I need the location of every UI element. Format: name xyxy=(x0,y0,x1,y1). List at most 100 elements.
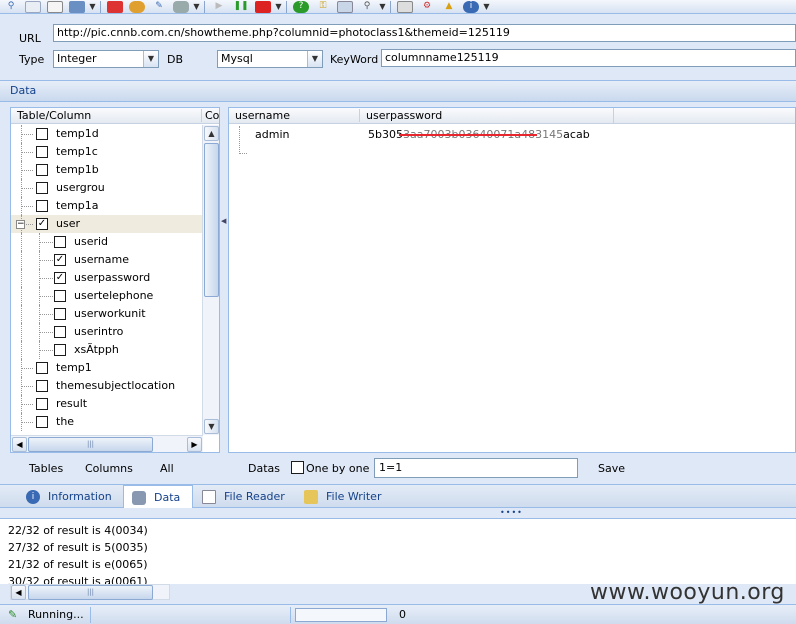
keyword-label: KeyWord xyxy=(330,53,379,66)
tree-table-item[interactable]: themesubjectlocation xyxy=(11,377,203,395)
chevron-down-icon[interactable]: ▼ xyxy=(378,1,387,13)
keyword-input[interactable]: columnname125119 xyxy=(381,49,796,67)
tree-item-checkbox[interactable] xyxy=(36,164,48,176)
count-column-header[interactable]: Cou xyxy=(201,109,221,122)
page-icon[interactable] xyxy=(47,0,63,13)
document-icon[interactable] xyxy=(25,0,41,13)
scroll-left-icon[interactable]: ◀ xyxy=(12,437,27,452)
tree-table-item[interactable]: usergrou xyxy=(11,179,203,197)
chevron-down-icon[interactable]: ▼ xyxy=(192,1,201,13)
stop-icon[interactable] xyxy=(255,0,271,13)
columns-button[interactable]: Columns xyxy=(85,462,133,475)
tree-item-checkbox[interactable] xyxy=(54,326,66,338)
tree-horizontal-scrollbar[interactable]: ◀ ||| ▶ xyxy=(11,435,203,452)
upload-icon[interactable]: ▲ xyxy=(441,1,457,13)
key-icon[interactable]: ⚿ xyxy=(315,1,331,13)
tree-item-checkbox[interactable]: ✓ xyxy=(54,254,66,266)
splitter-grip-icon[interactable]: •••• xyxy=(500,508,523,517)
tree-item-checkbox[interactable] xyxy=(36,182,48,194)
tree-table-item[interactable]: temp1d xyxy=(11,125,203,143)
log-splitter[interactable]: •••• xyxy=(0,508,796,518)
gear-icon[interactable]: ⚙ xyxy=(419,1,435,13)
tree-item-checkbox[interactable] xyxy=(54,236,66,248)
tree-column-item[interactable]: userworkunit xyxy=(11,305,203,323)
panel-splitter[interactable]: ◀ xyxy=(220,107,228,453)
tab-file-writer[interactable]: File Writer xyxy=(304,485,381,508)
tool-icon[interactable]: ✎ xyxy=(151,1,167,13)
tree-item-checkbox[interactable] xyxy=(36,146,48,158)
one-by-one-checkbox[interactable] xyxy=(291,461,304,474)
database-icon xyxy=(132,490,146,505)
info-icon[interactable]: i xyxy=(463,0,479,13)
tree-vertical-scrollbar[interactable]: ▲ ▼ xyxy=(202,125,219,435)
tree-item-checkbox[interactable] xyxy=(36,128,48,140)
tree-item-checkbox[interactable] xyxy=(54,290,66,302)
scroll-thumb[interactable]: ||| xyxy=(28,437,153,452)
tree-column-item[interactable]: ✓ username xyxy=(11,251,203,269)
scroll-thumb[interactable]: ||| xyxy=(28,585,153,600)
splitter-grip-icon[interactable]: ◀ xyxy=(221,217,227,229)
userpassword-column-header[interactable]: userpassword xyxy=(359,109,613,122)
datas-button[interactable]: Datas xyxy=(248,462,280,475)
tree-column-item[interactable]: xsÃtpph xyxy=(11,341,203,359)
chevron-down-icon[interactable]: ▼ xyxy=(274,1,283,13)
search-icon[interactable]: ⚲ xyxy=(3,1,19,13)
save-button[interactable]: Save xyxy=(598,462,625,475)
tree-item-checkbox[interactable] xyxy=(36,380,48,392)
pause-icon[interactable]: ❚❚ xyxy=(233,1,249,13)
tree-column-item[interactable]: userintro xyxy=(11,323,203,341)
play-icon[interactable]: ▶ xyxy=(211,1,227,13)
tree-table-item[interactable]: the xyxy=(11,413,203,431)
cylinder-icon[interactable] xyxy=(173,0,189,13)
scroll-thumb[interactable] xyxy=(204,143,219,297)
tree-table-item[interactable]: temp1c xyxy=(11,143,203,161)
tree-column-item[interactable]: userid xyxy=(11,233,203,251)
tables-button[interactable]: Tables xyxy=(29,462,63,475)
tree-column-item[interactable]: usertelephone xyxy=(11,287,203,305)
tree-table-item[interactable]: result xyxy=(11,395,203,413)
tab-file-reader[interactable]: File Reader xyxy=(202,485,285,508)
tab-information[interactable]: i Information xyxy=(26,485,112,508)
log-horizontal-scrollbar[interactable]: ◀ ||| xyxy=(10,584,170,600)
tree-item-checkbox[interactable] xyxy=(36,416,48,428)
tree-item-checkbox[interactable] xyxy=(54,344,66,356)
image-icon[interactable] xyxy=(337,0,353,13)
tree-item-checkbox[interactable]: ✓ xyxy=(54,272,66,284)
condition-input[interactable]: 1=1 xyxy=(374,458,578,478)
tree-item-checkbox[interactable] xyxy=(54,308,66,320)
table-column-header[interactable]: Table/Column xyxy=(17,109,91,122)
table-row[interactable]: admin 5b3053aa7003b03640071a483145acab xyxy=(229,126,795,144)
magnifier-icon[interactable]: ⚲ xyxy=(359,1,375,13)
chevron-down-icon[interactable]: ▼ xyxy=(307,51,322,67)
tree-line xyxy=(21,134,33,135)
tree-table-item[interactable]: temp1 xyxy=(11,359,203,377)
palette-icon[interactable] xyxy=(129,0,145,13)
tree-item-checkbox[interactable] xyxy=(36,398,48,410)
tree-table-item[interactable]: − ✓ user xyxy=(11,215,203,233)
tree-table-item[interactable]: temp1b xyxy=(11,161,203,179)
all-button[interactable]: All xyxy=(160,462,174,475)
chevron-down-icon[interactable]: ▼ xyxy=(88,1,97,13)
collapse-icon[interactable]: − xyxy=(16,220,25,229)
home-icon[interactable] xyxy=(397,0,413,13)
tree-table-item[interactable]: temp1a xyxy=(11,197,203,215)
username-column-header[interactable]: username xyxy=(235,109,290,122)
type-select[interactable]: Integer ▼ xyxy=(53,50,159,68)
tree-item-checkbox[interactable] xyxy=(36,362,48,374)
tab-data[interactable]: Data xyxy=(123,485,193,509)
tree-column-item[interactable]: ✓ userpassword xyxy=(11,269,203,287)
help-icon[interactable]: ? xyxy=(293,0,309,13)
chart-icon[interactable] xyxy=(107,0,123,13)
scroll-right-icon[interactable]: ▶ xyxy=(187,437,202,452)
scroll-down-icon[interactable]: ▼ xyxy=(204,419,219,434)
chevron-down-icon[interactable]: ▼ xyxy=(482,1,491,13)
url-input[interactable]: http://pic.cnnb.com.cn/showtheme.php?col… xyxy=(53,24,796,42)
scroll-up-icon[interactable]: ▲ xyxy=(204,126,219,141)
3d-box-icon[interactable] xyxy=(69,0,85,13)
tree-item-checkbox[interactable] xyxy=(36,200,48,212)
chevron-down-icon[interactable]: ▼ xyxy=(143,51,158,67)
tree-item-checkbox[interactable]: ✓ xyxy=(36,218,48,230)
db-select[interactable]: Mysql ▼ xyxy=(217,50,323,68)
tree-line xyxy=(39,350,53,351)
scroll-left-icon[interactable]: ◀ xyxy=(11,585,26,600)
